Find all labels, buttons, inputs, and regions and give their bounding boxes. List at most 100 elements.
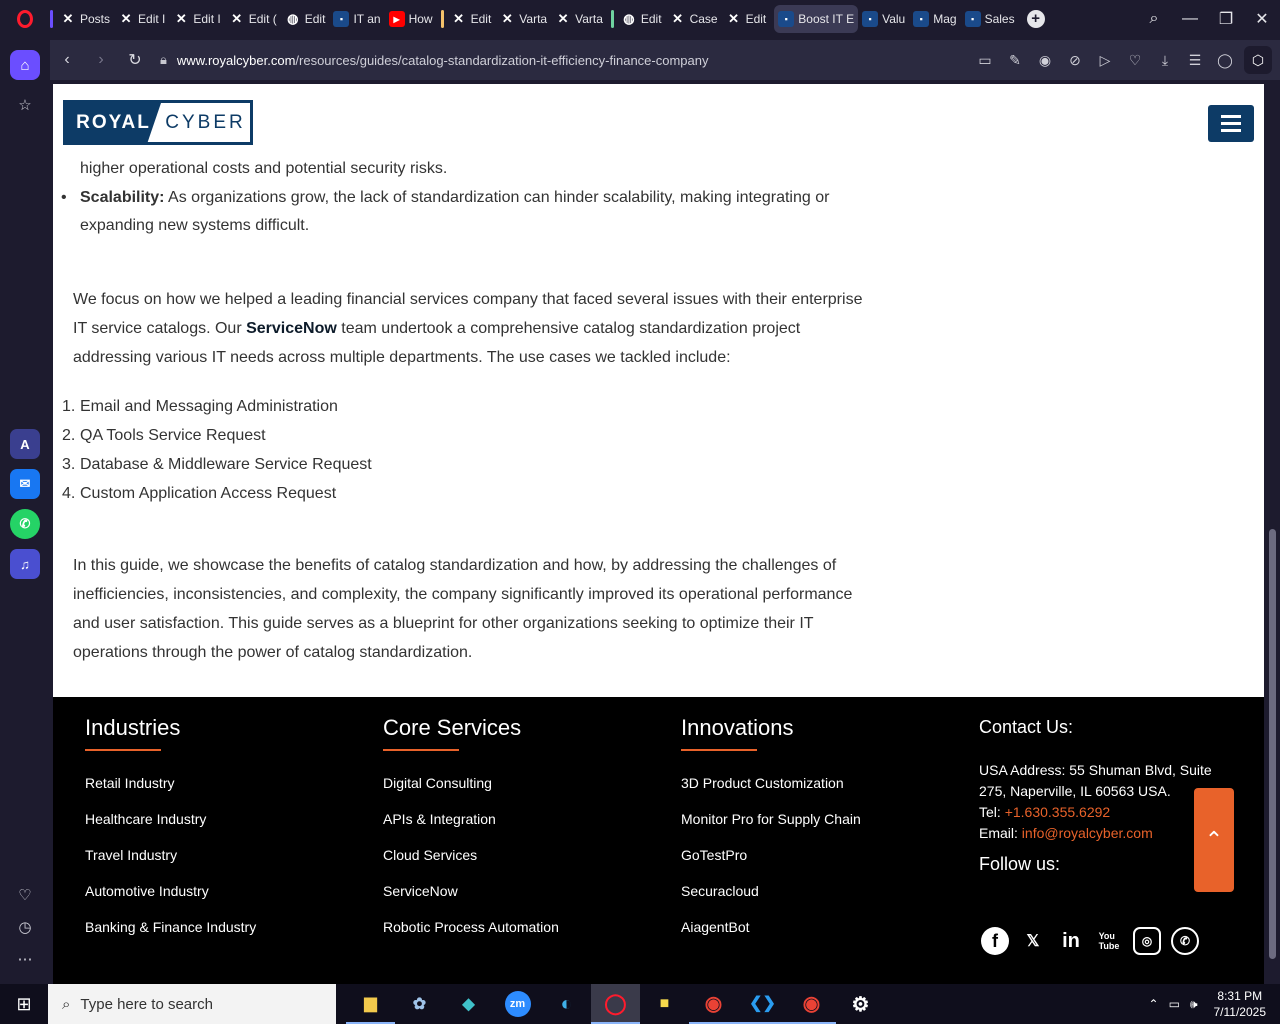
send-icon[interactable]: ▷: [1090, 52, 1120, 69]
menu-icon[interactable]: [1208, 105, 1254, 142]
scrollbar-thumb[interactable]: [1269, 529, 1276, 959]
tab[interactable]: ▪ IT an: [329, 5, 384, 33]
lock-icon[interactable]: 🔒︎: [160, 52, 167, 68]
footer-link[interactable]: Securacloud: [681, 883, 861, 919]
tab[interactable]: ◍ Edit: [617, 5, 666, 33]
footer-link[interactable]: Retail Industry: [85, 775, 256, 811]
reload-icon[interactable]: ↻: [118, 50, 152, 70]
camera-icon[interactable]: ◉: [1030, 52, 1060, 69]
whatsapp-icon[interactable]: ✆: [1171, 927, 1199, 955]
tab[interactable]: ✕ Case: [666, 5, 722, 33]
reader-icon[interactable]: ▭: [970, 52, 1000, 69]
vscode-icon[interactable]: ❮❯: [738, 984, 787, 1024]
opera-logo-icon[interactable]: [0, 0, 50, 38]
footer-link[interactable]: Healthcare Industry: [85, 811, 256, 847]
footer-link[interactable]: Travel Industry: [85, 847, 256, 883]
chevron-up-icon[interactable]: ⌃: [1149, 997, 1159, 1011]
royal-cyber-logo[interactable]: ROYAL CYBER: [63, 100, 253, 145]
back-icon[interactable]: ‹: [50, 51, 84, 69]
footer-link[interactable]: Automotive Industry: [85, 883, 256, 919]
chrome-icon[interactable]: ◉: [787, 984, 836, 1024]
tab[interactable]: ✕ Edit I: [169, 5, 224, 33]
tab[interactable]: ✕ Posts: [56, 5, 114, 33]
scroll-to-top-button[interactable]: ⌃: [1194, 788, 1234, 892]
tab[interactable]: ▪ Sales: [961, 5, 1019, 33]
footer-link[interactable]: Monitor Pro for Supply Chain: [681, 811, 861, 847]
tab-label: Boost IT E: [798, 12, 855, 26]
volume-icon[interactable]: 🕪︎: [1190, 997, 1198, 1011]
windows-start-icon[interactable]: ⊞: [0, 984, 48, 1024]
tab[interactable]: ▪ Mag: [909, 5, 960, 33]
tab[interactable]: ✕ Edit I: [114, 5, 169, 33]
tab[interactable]: ▶ How: [385, 5, 437, 33]
servicenow-link[interactable]: ServiceNow: [246, 320, 337, 337]
tab-active[interactable]: ▪ Boost IT E: [774, 5, 859, 33]
tab[interactable]: ✕ Edit: [447, 5, 496, 33]
tab[interactable]: ▪ Valu: [858, 5, 909, 33]
facebook-icon[interactable]: f: [981, 927, 1009, 955]
list-item: 4. Custom Application Access Request: [62, 485, 337, 502]
extensions-icon[interactable]: ⬡: [1244, 46, 1272, 74]
aria-icon[interactable]: A: [10, 429, 40, 459]
tab[interactable]: ✕ Edit (: [225, 5, 281, 33]
list-item: 1. Email and Messaging Administration: [62, 398, 338, 415]
heart-icon[interactable]: ♡: [10, 880, 40, 910]
download-icon[interactable]: ⤓: [1150, 52, 1180, 69]
youtube-icon[interactable]: You Tube: [1095, 927, 1123, 955]
linkedin-icon[interactable]: in: [1057, 927, 1085, 955]
footer-link[interactable]: Cloud Services: [383, 847, 559, 883]
x-brand-icon: ✕: [501, 11, 513, 26]
tel-link[interactable]: +1.630.355.6292: [1005, 804, 1111, 820]
paint-icon[interactable]: ✿: [395, 984, 444, 1024]
home-icon[interactable]: ⌂: [10, 50, 40, 80]
file-explorer-icon[interactable]: ▆: [346, 984, 395, 1024]
star-icon[interactable]: ☆: [10, 90, 40, 120]
tab[interactable]: ◍ Edit: [281, 5, 330, 33]
tab[interactable]: ✕ Edit: [722, 5, 771, 33]
opera-taskbar-icon[interactable]: ◯: [591, 984, 640, 1024]
forward-icon[interactable]: ›: [84, 51, 118, 69]
search-tabs-icon[interactable]: ⌕: [1136, 10, 1172, 28]
url-field[interactable]: www.royalcyber.com/resources/guides/cata…: [177, 53, 709, 68]
site-header: ROYAL CYBER: [53, 84, 1264, 156]
restore-icon[interactable]: ❐: [1208, 9, 1244, 29]
player-icon[interactable]: ♫: [10, 549, 40, 579]
settings-gear-icon[interactable]: ⚙: [836, 984, 885, 1024]
sticky-notes-icon[interactable]: ■: [640, 984, 689, 1024]
history-icon[interactable]: ◷: [10, 912, 40, 942]
footer-link[interactable]: AiagentBot: [681, 919, 861, 955]
footer-link[interactable]: Banking & Finance Industry: [85, 919, 256, 955]
taskbar-search[interactable]: ⌕ Type here to search: [48, 984, 336, 1024]
network-icon[interactable]: ▭: [1169, 997, 1180, 1011]
page-scrollbar[interactable]: [1266, 84, 1280, 984]
footer-link[interactable]: APIs & Integration: [383, 811, 559, 847]
footer-link[interactable]: 3D Product Customization: [681, 775, 861, 811]
use-case: Custom Application Access Request: [80, 485, 337, 502]
footer-link[interactable]: ServiceNow: [383, 883, 559, 919]
search-icon: ⌕: [62, 995, 71, 1013]
email-link[interactable]: info@royalcyber.com: [1022, 825, 1153, 841]
edge-icon[interactable]: ◐: [542, 984, 591, 1024]
footer-link[interactable]: GoTestPro: [681, 847, 861, 883]
minimize-icon[interactable]: —: [1172, 10, 1208, 28]
adblock-icon[interactable]: ⊘: [1060, 52, 1090, 69]
messenger-icon[interactable]: ✉: [10, 469, 40, 499]
footer-link[interactable]: Robotic Process Automation: [383, 919, 559, 955]
edit-icon[interactable]: ✎: [1000, 52, 1030, 69]
tab[interactable]: ✕ Varta: [551, 5, 607, 33]
clock[interactable]: 8:31 PM 7/11/2025: [1214, 988, 1267, 1020]
footer-link[interactable]: Digital Consulting: [383, 775, 559, 811]
heart-icon[interactable]: ♡: [1120, 52, 1150, 69]
new-tab-plus-icon[interactable]: +: [1026, 10, 1045, 28]
zoom-icon[interactable]: zm: [493, 984, 542, 1024]
easy-setup-icon[interactable]: ☰: [1180, 52, 1210, 69]
whatsapp-icon[interactable]: ✆: [10, 509, 40, 539]
x-twitter-icon[interactable]: 𝕏: [1019, 927, 1047, 955]
profile-icon[interactable]: ◯: [1210, 52, 1240, 69]
tab[interactable]: ✕ Varta: [495, 5, 551, 33]
instagram-icon[interactable]: ◎: [1133, 927, 1161, 955]
chrome-icon[interactable]: ◉: [689, 984, 738, 1024]
more-icon[interactable]: ⋯: [10, 944, 40, 974]
close-icon[interactable]: ✕: [1244, 9, 1280, 29]
app-icon[interactable]: ◆: [444, 984, 493, 1024]
